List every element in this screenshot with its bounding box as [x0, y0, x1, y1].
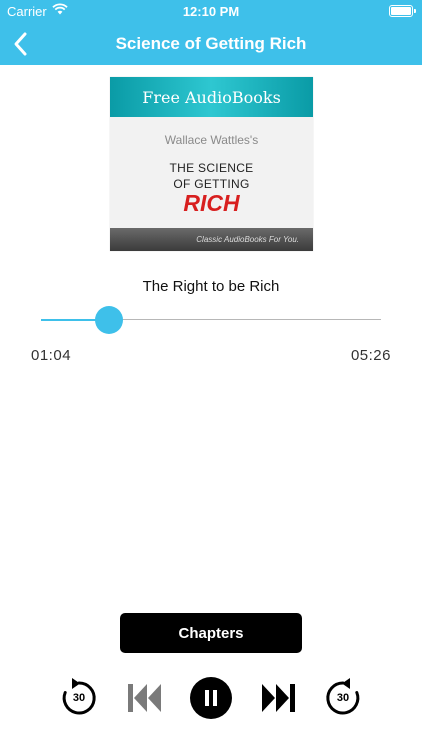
next-track-button[interactable] — [257, 677, 299, 719]
cover-author: Wallace Wattles's — [164, 133, 259, 147]
slider-knob[interactable] — [95, 306, 123, 334]
rewind-30-button[interactable]: 30 — [58, 677, 100, 719]
total-duration: 05:26 — [350, 347, 391, 364]
cover-title-line2: OF GETTING — [173, 177, 250, 191]
pause-icon — [190, 677, 232, 719]
cover-title-line3: RICH — [183, 190, 240, 216]
cover-header: Free AudioBooks — [110, 77, 313, 117]
progress-slider[interactable] — [41, 306, 381, 334]
rewind-30-label: 30 — [72, 692, 86, 704]
skip-next-icon — [262, 684, 295, 712]
cover-title-line1: THE SCIENCE — [169, 161, 254, 175]
status-bar: Carrier 12:10 PM — [0, 0, 422, 22]
cover-footer: Classic AudioBooks For You. — [110, 228, 313, 251]
book-cover: Free AudioBooks Wallace Wattles's THE SC… — [110, 77, 313, 251]
track-title: The Right to be Rich — [142, 278, 280, 295]
previous-track-button[interactable] — [124, 677, 166, 719]
skip-previous-icon — [128, 684, 161, 712]
chapters-button[interactable]: Chapters — [120, 613, 302, 653]
battery-icon — [389, 5, 416, 17]
pause-button[interactable] — [190, 677, 232, 719]
forward-30-button[interactable]: 30 — [322, 677, 364, 719]
forward-30-label: 30 — [336, 692, 350, 704]
page-title: Science of Getting Rich — [115, 34, 307, 53]
navigation-bar: Carrier 12:10 PM Science of Getting Rich — [0, 0, 422, 65]
status-time: 12:10 PM — [182, 4, 240, 19]
elapsed-time: 01:04 — [31, 347, 72, 364]
